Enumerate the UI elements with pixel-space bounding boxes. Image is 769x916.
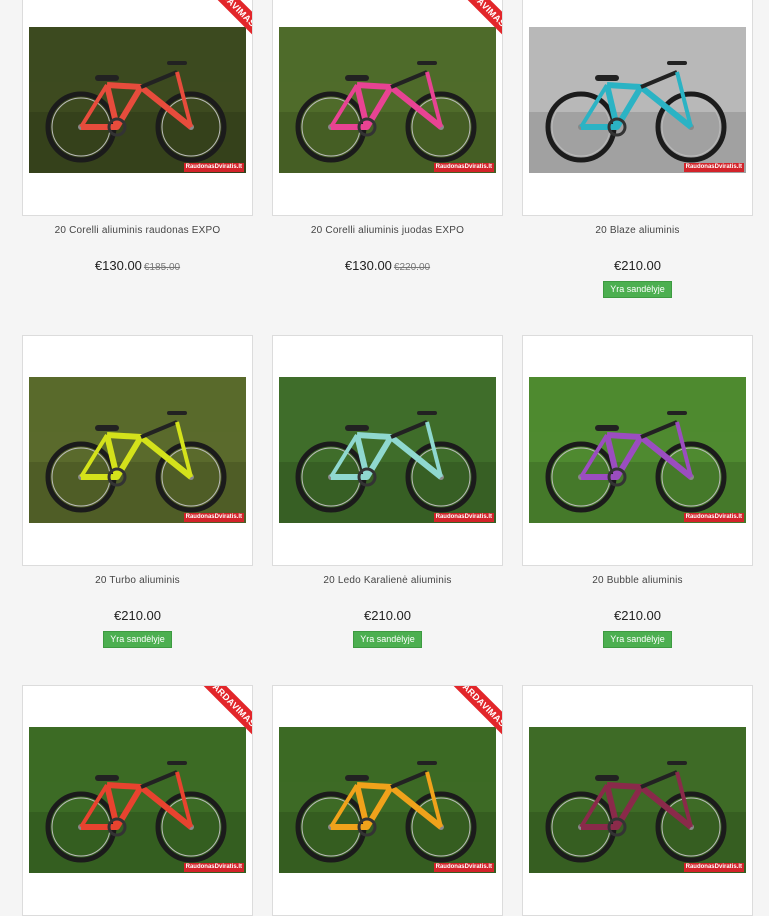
stock-row: Yra sandėlyje: [22, 629, 253, 648]
product-card: RaudonasDviratis.lt 20 Bubble aliuminis …: [522, 335, 753, 648]
product-photo: RaudonasDviratis.lt: [279, 27, 496, 173]
price-row: €210.00: [522, 607, 753, 625]
site-watermark: RaudonasDviratis.lt: [183, 513, 244, 522]
product-image-link[interactable]: RaudonasDviratis.lt: [22, 335, 253, 566]
product-image-link[interactable]: RaudonasDviratis.lt IŠPARDAVIMAS: [272, 0, 503, 216]
product-price: €210.00: [614, 608, 661, 623]
product-image-link[interactable]: RaudonasDviratis.lt IŠPARDAVIMAS: [272, 685, 503, 916]
site-watermark: RaudonasDviratis.lt: [683, 513, 744, 522]
product-card: RaudonasDviratis.lt IŠPARDAVIMAS: [22, 685, 253, 916]
product-card: RaudonasDviratis.lt IŠPARDAVIMAS: [272, 685, 503, 916]
bike-illustration: [29, 377, 246, 523]
product-grid: RaudonasDviratis.lt skelbiu.lt IŠPARDAVI…: [0, 0, 769, 916]
product-card: RaudonasDviratis.lt 20 Turbo aliuminis €…: [22, 335, 253, 648]
stock-row: Yra sandėlyje: [272, 629, 503, 648]
product-photo: RaudonasDviratis.lt: [29, 377, 246, 523]
product-image-link[interactable]: RaudonasDviratis.lt: [272, 335, 503, 566]
product-price: €210.00: [614, 258, 661, 273]
in-stock-badge: Yra sandėlyje: [603, 281, 672, 298]
site-watermark: RaudonasDviratis.lt: [183, 863, 244, 872]
product-title-link[interactable]: 20 Bubble aliuminis: [522, 574, 753, 588]
product-photo: RaudonasDviratis.lt: [279, 377, 496, 523]
site-watermark: RaudonasDviratis.lt: [183, 163, 244, 172]
product-image-link[interactable]: RaudonasDviratis.lt skelbiu.lt IŠPARDAVI…: [22, 0, 253, 216]
site-watermark: RaudonasDviratis.lt: [683, 163, 744, 172]
product-card: RaudonasDviratis.lt 20 Blaze aliuminis €…: [522, 0, 753, 298]
product-photo: RaudonasDviratis.lt: [529, 727, 746, 873]
price-row: €130.00 €220.00: [272, 257, 503, 275]
price-row: €210.00: [22, 607, 253, 625]
in-stock-badge: Yra sandėlyje: [353, 631, 422, 648]
product-photo: RaudonasDviratis.lt: [29, 727, 246, 873]
stock-row: Yra sandėlyje: [522, 279, 753, 298]
bike-illustration: [529, 27, 746, 173]
product-title-link[interactable]: 20 Ledo Karalienė aliuminis: [272, 574, 503, 588]
site-watermark: RaudonasDviratis.lt: [433, 163, 494, 172]
product-photo: RaudonasDviratis.lt: [279, 727, 496, 873]
bike-illustration: [29, 727, 246, 873]
product-title-link[interactable]: 20 Turbo aliuminis: [22, 574, 253, 588]
product-photo: RaudonasDviratis.lt: [529, 377, 746, 523]
bike-illustration: [279, 727, 496, 873]
product-price: €210.00: [364, 608, 411, 623]
product-price: €210.00: [114, 608, 161, 623]
product-image-link[interactable]: RaudonasDviratis.lt: [522, 685, 753, 916]
site-watermark: RaudonasDviratis.lt: [433, 863, 494, 872]
product-price: €130.00: [344, 258, 392, 273]
product-card: RaudonasDviratis.lt IŠPARDAVIMAS 20 Core…: [272, 0, 503, 275]
product-old-price: €185.00: [143, 262, 181, 273]
bike-illustration: [279, 377, 496, 523]
bike-illustration: [279, 27, 496, 173]
product-title-link[interactable]: 20 Blaze aliuminis: [522, 224, 753, 238]
product-image-link[interactable]: RaudonasDviratis.lt: [522, 335, 753, 566]
product-price: €130.00: [94, 258, 142, 273]
product-card: RaudonasDviratis.lt skelbiu.lt IŠPARDAVI…: [22, 0, 253, 275]
bike-illustration: [529, 377, 746, 523]
product-card: RaudonasDviratis.lt 20 Ledo Karalienė al…: [272, 335, 503, 648]
product-title-link[interactable]: 20 Corelli aliuminis juodas EXPO: [272, 224, 503, 238]
product-title-link[interactable]: 20 Corelli aliuminis raudonas EXPO: [22, 224, 253, 238]
price-row: €210.00: [272, 607, 503, 625]
price-row: €210.00: [522, 257, 753, 275]
product-image-link[interactable]: RaudonasDviratis.lt: [522, 0, 753, 216]
bike-illustration: [529, 727, 746, 873]
stock-row: Yra sandėlyje: [522, 629, 753, 648]
in-stock-badge: Yra sandėlyje: [103, 631, 172, 648]
product-image-link[interactable]: RaudonasDviratis.lt IŠPARDAVIMAS: [22, 685, 253, 916]
site-watermark: RaudonasDviratis.lt: [683, 863, 744, 872]
bike-illustration: [29, 27, 246, 173]
product-photo: RaudonasDviratis.lt: [29, 27, 246, 173]
in-stock-badge: Yra sandėlyje: [603, 631, 672, 648]
product-old-price: €220.00: [393, 262, 431, 273]
skelbiu-watermark-logo: skelbiu.lt: [27, 2, 131, 27]
product-photo: RaudonasDviratis.lt: [529, 27, 746, 173]
price-row: €130.00 €185.00: [22, 257, 253, 275]
site-watermark: RaudonasDviratis.lt: [433, 513, 494, 522]
product-card: RaudonasDviratis.lt: [522, 685, 753, 916]
